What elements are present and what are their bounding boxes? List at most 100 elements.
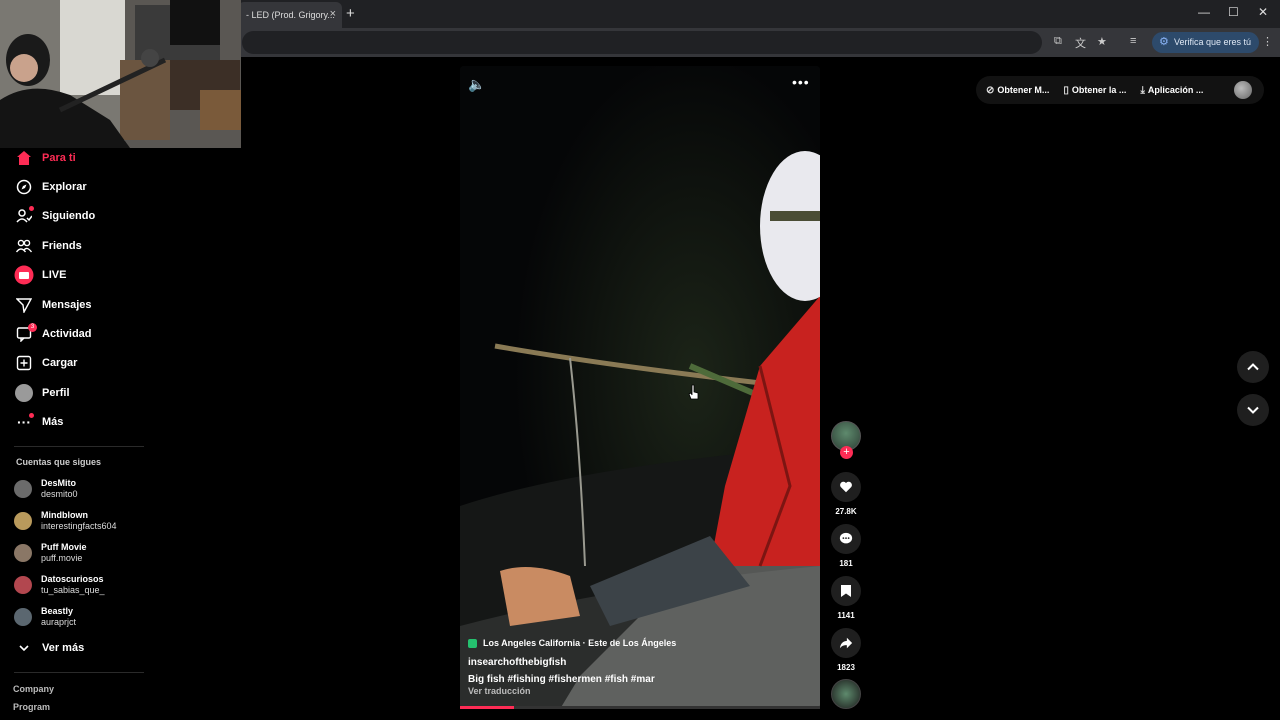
minimize-icon[interactable]: — bbox=[1198, 5, 1210, 19]
coin-icon: ⊘ bbox=[986, 84, 995, 96]
webcam-image bbox=[0, 0, 241, 148]
sidebar-item-label: Más bbox=[42, 416, 64, 428]
verify-label: Verifica que eres tú bbox=[1174, 37, 1252, 47]
sidebar-item-label: Perfil bbox=[42, 387, 70, 399]
reading-list-icon[interactable]: ≡ bbox=[1130, 35, 1136, 47]
avatar bbox=[14, 608, 32, 626]
account-item[interactable]: DesMito desmito0 bbox=[14, 476, 78, 502]
chevron-up-icon bbox=[1247, 363, 1259, 371]
close-window-icon[interactable]: ✕ bbox=[1258, 5, 1268, 19]
get-app-label: Obtener la ... bbox=[1071, 85, 1127, 95]
heart-icon bbox=[840, 481, 852, 493]
sidebar-item-actividad[interactable]: Actividad bbox=[14, 323, 92, 345]
live-icon bbox=[14, 265, 34, 285]
sidebar-item-label: LIVE bbox=[42, 269, 67, 281]
new-tab-button[interactable]: + bbox=[346, 5, 355, 22]
save-button[interactable] bbox=[831, 576, 861, 606]
location-tag[interactable]: Los Angeles California · Este de Los Áng… bbox=[468, 638, 676, 648]
account-item[interactable]: Mindblown interestingfacts604 bbox=[14, 508, 117, 534]
previous-video-button[interactable] bbox=[1237, 351, 1269, 383]
chevron-down-icon bbox=[1247, 406, 1259, 414]
get-app-button[interactable]: ▯ Obtener la ... bbox=[1063, 85, 1126, 96]
see-translation-link[interactable]: Ver traducción bbox=[468, 686, 531, 696]
download-icon: ⤓ bbox=[1140, 84, 1145, 96]
footer-link-company[interactable]: Company bbox=[13, 684, 54, 694]
sidebar-item-label: Para ti bbox=[42, 152, 76, 164]
account-handle: puff.movie bbox=[41, 553, 83, 563]
sidebar-item-label: Cargar bbox=[42, 357, 78, 369]
comment-button[interactable] bbox=[831, 524, 861, 554]
sidebar-item-perfil[interactable]: Perfil bbox=[14, 382, 70, 404]
activity-badge: 3 bbox=[28, 323, 37, 332]
account-handle: tu_sabias_que_ bbox=[41, 585, 105, 595]
following-section-title: Cuentas que sigues bbox=[16, 457, 102, 467]
browser-tab[interactable]: - LED (Prod. Grigory... × bbox=[238, 2, 342, 28]
sidebar-item-mas[interactable]: ··· Más bbox=[14, 411, 63, 433]
sidebar-item-cargar[interactable]: Cargar bbox=[14, 352, 77, 374]
sidebar-item-label: Friends bbox=[42, 240, 82, 252]
sidebar-item-siguiendo[interactable]: Siguiendo bbox=[14, 205, 95, 227]
location-label: Los Angeles California · Este de Los Áng… bbox=[483, 638, 677, 648]
bookmark-icon bbox=[841, 585, 851, 597]
sidebar-divider bbox=[14, 446, 144, 447]
sidebar-item-para-ti[interactable]: Para ti bbox=[14, 147, 76, 169]
account-item[interactable]: Puff Movie puff.movie bbox=[14, 540, 87, 566]
user-avatar[interactable] bbox=[1234, 81, 1252, 99]
like-button[interactable] bbox=[831, 472, 861, 502]
video-frame bbox=[460, 66, 820, 709]
location-pin-icon bbox=[468, 638, 477, 648]
video-progress-bar[interactable] bbox=[460, 706, 820, 709]
avatar bbox=[14, 576, 32, 594]
desktop-app-button[interactable]: ⤓ Aplicación ... bbox=[1140, 85, 1203, 96]
tab-close-icon[interactable]: × bbox=[330, 8, 336, 20]
sidebar-item-mensajes[interactable]: Mensajes bbox=[14, 294, 92, 316]
webcam-overlay bbox=[0, 0, 241, 148]
maximize-icon[interactable]: ☐ bbox=[1228, 5, 1239, 19]
share-button[interactable] bbox=[831, 628, 861, 658]
account-name: Mindblown bbox=[41, 510, 88, 520]
top-actions-bar: ⊘ Obtener M... ▯ Obtener la ... ⤓ Aplicació… bbox=[976, 76, 1264, 104]
account-name: Datoscuriosos bbox=[41, 574, 104, 584]
see-more-button[interactable]: Ver más bbox=[14, 637, 84, 659]
profile-icon bbox=[14, 384, 34, 402]
share-count: 1823 bbox=[837, 663, 855, 672]
sidebar-item-friends[interactable]: Friends bbox=[14, 235, 82, 257]
bookmark-star-icon[interactable]: ★ bbox=[1097, 35, 1107, 48]
account-name: Puff Movie bbox=[41, 542, 87, 552]
friends-icon bbox=[14, 237, 34, 255]
comment-icon bbox=[839, 532, 853, 544]
translate-icon[interactable]: 文 bbox=[1075, 35, 1086, 51]
video-description: Big fish #fishing #fishermen #fish #mar bbox=[468, 674, 655, 685]
sidebar-item-explorar[interactable]: Explorar bbox=[14, 176, 87, 198]
browser-menu-icon[interactable]: ⋮ bbox=[1262, 35, 1273, 48]
sidebar-item-label: Explorar bbox=[42, 181, 87, 193]
sidebar-item-label: Siguiendo bbox=[42, 210, 96, 222]
save-count: 1141 bbox=[837, 611, 855, 620]
footer-link-program[interactable]: Program bbox=[13, 702, 50, 712]
get-coins-label: Obtener M... bbox=[997, 85, 1050, 95]
get-coins-button[interactable]: ⊘ Obtener M... bbox=[986, 85, 1049, 96]
account-handle: desmito0 bbox=[41, 489, 78, 499]
url-input[interactable] bbox=[242, 31, 1042, 54]
see-more-label: Ver más bbox=[42, 642, 85, 654]
account-handle: auraprjct bbox=[41, 617, 77, 627]
account-name: DesMito bbox=[41, 478, 77, 488]
cast-icon[interactable]: ⧉ bbox=[1054, 35, 1062, 48]
account-item[interactable]: Datoscuriosos tu_sabias_que_ bbox=[14, 572, 105, 598]
more-options-icon[interactable]: ••• bbox=[792, 74, 810, 90]
next-video-button[interactable] bbox=[1237, 394, 1269, 426]
video-author[interactable]: insearchofthebigfish bbox=[468, 657, 566, 668]
sidebar-item-live[interactable]: LIVE bbox=[14, 264, 66, 286]
share-icon bbox=[839, 637, 853, 649]
follow-plus-icon[interactable]: + bbox=[840, 446, 853, 459]
tab-title: - LED (Prod. Grigory... bbox=[246, 10, 335, 20]
home-icon bbox=[14, 149, 34, 167]
volume-icon[interactable]: 🔈 bbox=[468, 76, 485, 93]
gear-icon: ⚙ bbox=[1159, 36, 1169, 48]
account-item[interactable]: Beastly auraprjct bbox=[14, 604, 76, 630]
phone-icon: ▯ bbox=[1063, 84, 1069, 96]
avatar bbox=[14, 512, 32, 530]
music-disc[interactable] bbox=[831, 679, 861, 709]
verify-profile-button[interactable]: ⚙ Verifica que eres tú bbox=[1152, 32, 1260, 53]
video-player[interactable] bbox=[460, 66, 820, 709]
